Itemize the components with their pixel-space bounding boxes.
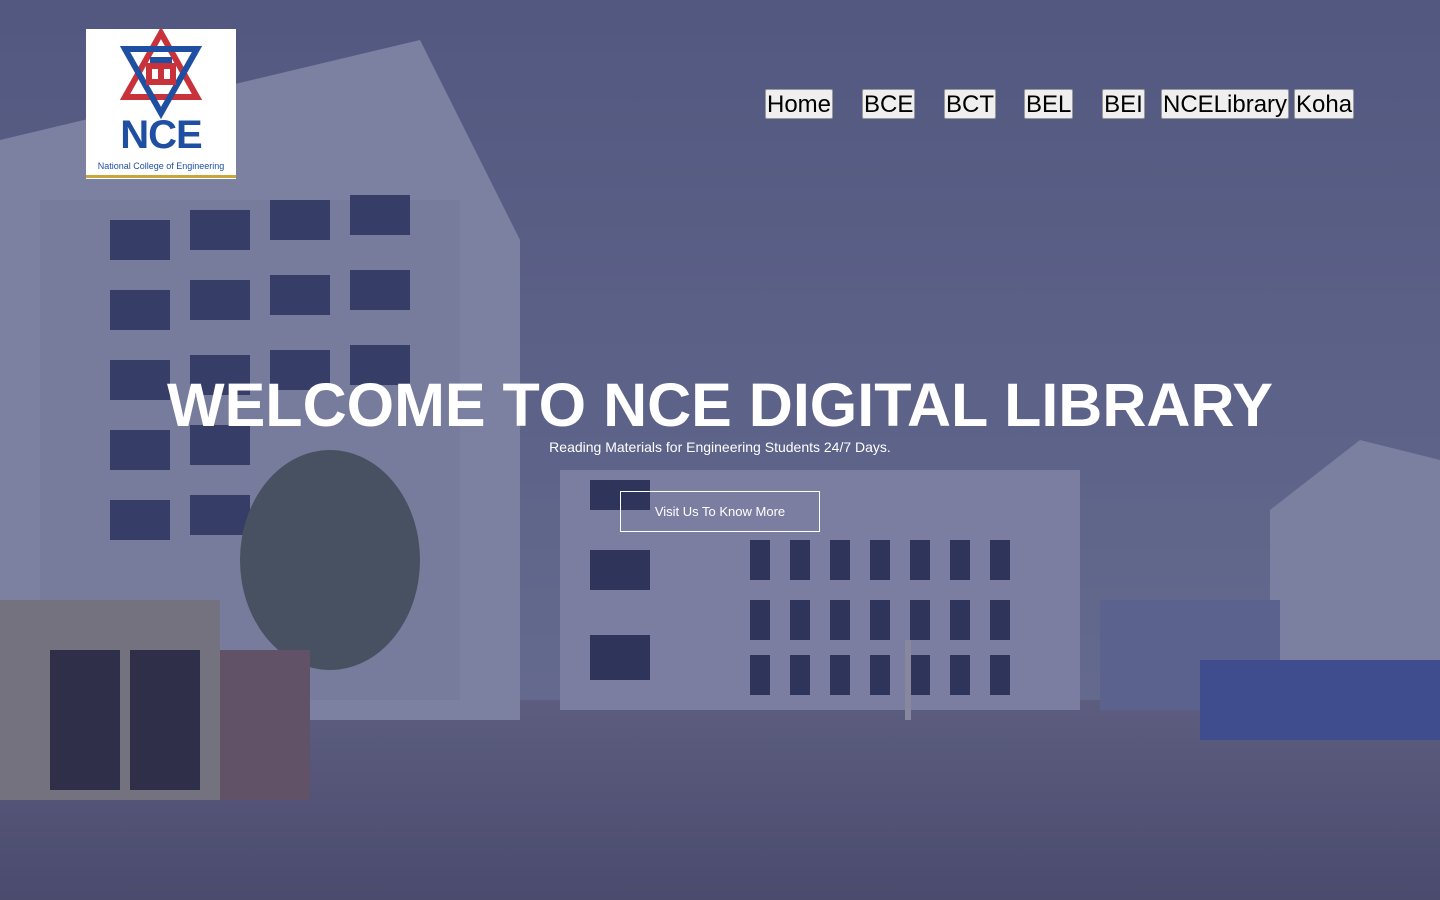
logo-underline: [86, 175, 236, 178]
nav-bei-button[interactable]: BEI: [1102, 89, 1145, 119]
visit-us-button[interactable]: Visit Us To Know More: [620, 491, 820, 532]
nav-ncelibrary-button[interactable]: NCELibrary: [1161, 89, 1289, 119]
nav-home-button[interactable]: Home: [765, 89, 833, 119]
hero-subtitle: Reading Materials for Engineering Studen…: [549, 439, 891, 455]
nav-bct-button[interactable]: BCT: [944, 89, 996, 119]
nav-bel-button[interactable]: BEL: [1024, 89, 1073, 119]
nav-koha-button[interactable]: Koha: [1294, 89, 1354, 119]
logo-wordmark: NCE: [120, 113, 202, 157]
main-nav: Home BCE BCT BEL BEI NCELibrary Koha: [0, 89, 1440, 121]
hero-title: WELCOME TO NCE DIGITAL LIBRARY: [167, 371, 1273, 439]
hero-section: NCE National College of Engineering Home…: [0, 0, 1440, 900]
logo-subtitle: National College of Engineering: [97, 161, 225, 171]
nav-bce-button[interactable]: BCE: [862, 89, 915, 119]
